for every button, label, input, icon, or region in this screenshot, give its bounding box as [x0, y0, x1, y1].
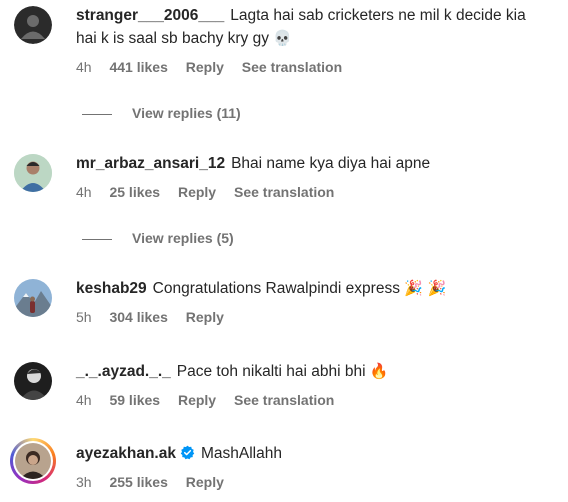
comment-meta: 5h 304 likes Reply: [76, 309, 544, 329]
comment-body: keshab29 Congratulations Rawalpindi expre…: [76, 277, 544, 329]
comment-username[interactable]: stranger___2006___: [76, 7, 224, 24]
avatar[interactable]: [14, 362, 52, 400]
reply-button[interactable]: Reply: [186, 59, 224, 75]
comment-content: MashAllahh: [200, 445, 282, 462]
comment-content: Pace toh nikalti hai abhi bhi: [176, 363, 366, 380]
avatar[interactable]: [14, 6, 52, 44]
user-photo-icon: [14, 362, 52, 400]
comment-username[interactable]: ayezakhan.ak: [76, 445, 176, 462]
comment-time: 5h: [76, 309, 92, 325]
comment-text: stranger___2006___ Lagta hai sab crickete…: [76, 4, 544, 50]
comment-username[interactable]: mr_arbaz_ansari_12: [76, 155, 225, 172]
avatar-inner: [13, 441, 53, 481]
see-translation-link[interactable]: See translation: [234, 184, 334, 200]
comment-meta: 4h 441 likes Reply See translation: [76, 59, 544, 79]
comment-username[interactable]: keshab29: [76, 280, 147, 297]
comment-text: keshab29 Congratulations Rawalpindi expre…: [76, 277, 544, 300]
user-photo-icon: [14, 154, 52, 192]
comment-content: Congratulations Rawalpindi express: [152, 280, 400, 297]
fire-emoji: 🔥: [369, 362, 389, 380]
comment-time: 4h: [76, 392, 92, 408]
comment-meta: 4h 25 likes Reply See translation: [76, 184, 544, 204]
verified-badge-icon: [180, 445, 195, 460]
default-avatar-icon: [14, 6, 52, 44]
comment-content: Bhai name kya diya hai apne: [231, 155, 431, 172]
comment-body: _._.ayzad._._ Pace toh nikalti hai abhi b…: [76, 360, 544, 412]
user-photo-icon: [15, 443, 51, 479]
avatar[interactable]: [14, 279, 52, 317]
reply-button[interactable]: Reply: [178, 392, 216, 408]
comment-meta: 4h 59 likes Reply See translation: [76, 392, 544, 412]
view-replies-button[interactable]: View replies (11): [82, 105, 241, 125]
comment-username[interactable]: _._.ayzad._._: [76, 363, 171, 380]
comment-text: ayezakhan.ak MashAllahh: [76, 442, 544, 465]
likes-count[interactable]: 441 likes: [109, 59, 167, 75]
see-translation-link[interactable]: See translation: [242, 59, 342, 75]
reply-button[interactable]: Reply: [186, 309, 224, 325]
see-translation-link[interactable]: See translation: [234, 392, 334, 408]
likes-count[interactable]: 255 likes: [109, 474, 167, 490]
skull-emoji: 💀: [273, 29, 292, 47]
likes-count[interactable]: 59 likes: [109, 392, 160, 408]
comment-text: _._.ayzad._._ Pace toh nikalti hai abhi b…: [76, 360, 544, 383]
comment-text: mr_arbaz_ansari_12 Bhai name kya diya hai…: [76, 152, 544, 175]
comment-body: stranger___2006___ Lagta hai sab crickete…: [76, 4, 544, 79]
likes-count[interactable]: 304 likes: [109, 309, 167, 325]
party-popper-emoji: 🎉 🎉: [404, 279, 447, 297]
comment-time: 3h: [76, 474, 92, 490]
reply-button[interactable]: Reply: [178, 184, 216, 200]
comment-body: ayezakhan.ak MashAllahh 3h 255 likes Rep…: [76, 442, 544, 494]
avatar-story-ring[interactable]: [10, 438, 56, 484]
replies-divider: [82, 238, 112, 240]
view-replies-label[interactable]: View replies (11): [132, 105, 241, 121]
view-replies-button[interactable]: View replies (5): [82, 230, 234, 250]
mountain-photo-icon: [14, 279, 52, 317]
comment-time: 4h: [76, 59, 92, 75]
reply-button[interactable]: Reply: [186, 474, 224, 490]
replies-divider: [82, 113, 112, 115]
comment-body: mr_arbaz_ansari_12 Bhai name kya diya hai…: [76, 152, 544, 204]
view-replies-label[interactable]: View replies (5): [132, 230, 234, 246]
avatar[interactable]: [14, 154, 52, 192]
comment-time: 4h: [76, 184, 92, 200]
likes-count[interactable]: 25 likes: [109, 184, 160, 200]
comment-meta: 3h 255 likes Reply: [76, 474, 544, 494]
